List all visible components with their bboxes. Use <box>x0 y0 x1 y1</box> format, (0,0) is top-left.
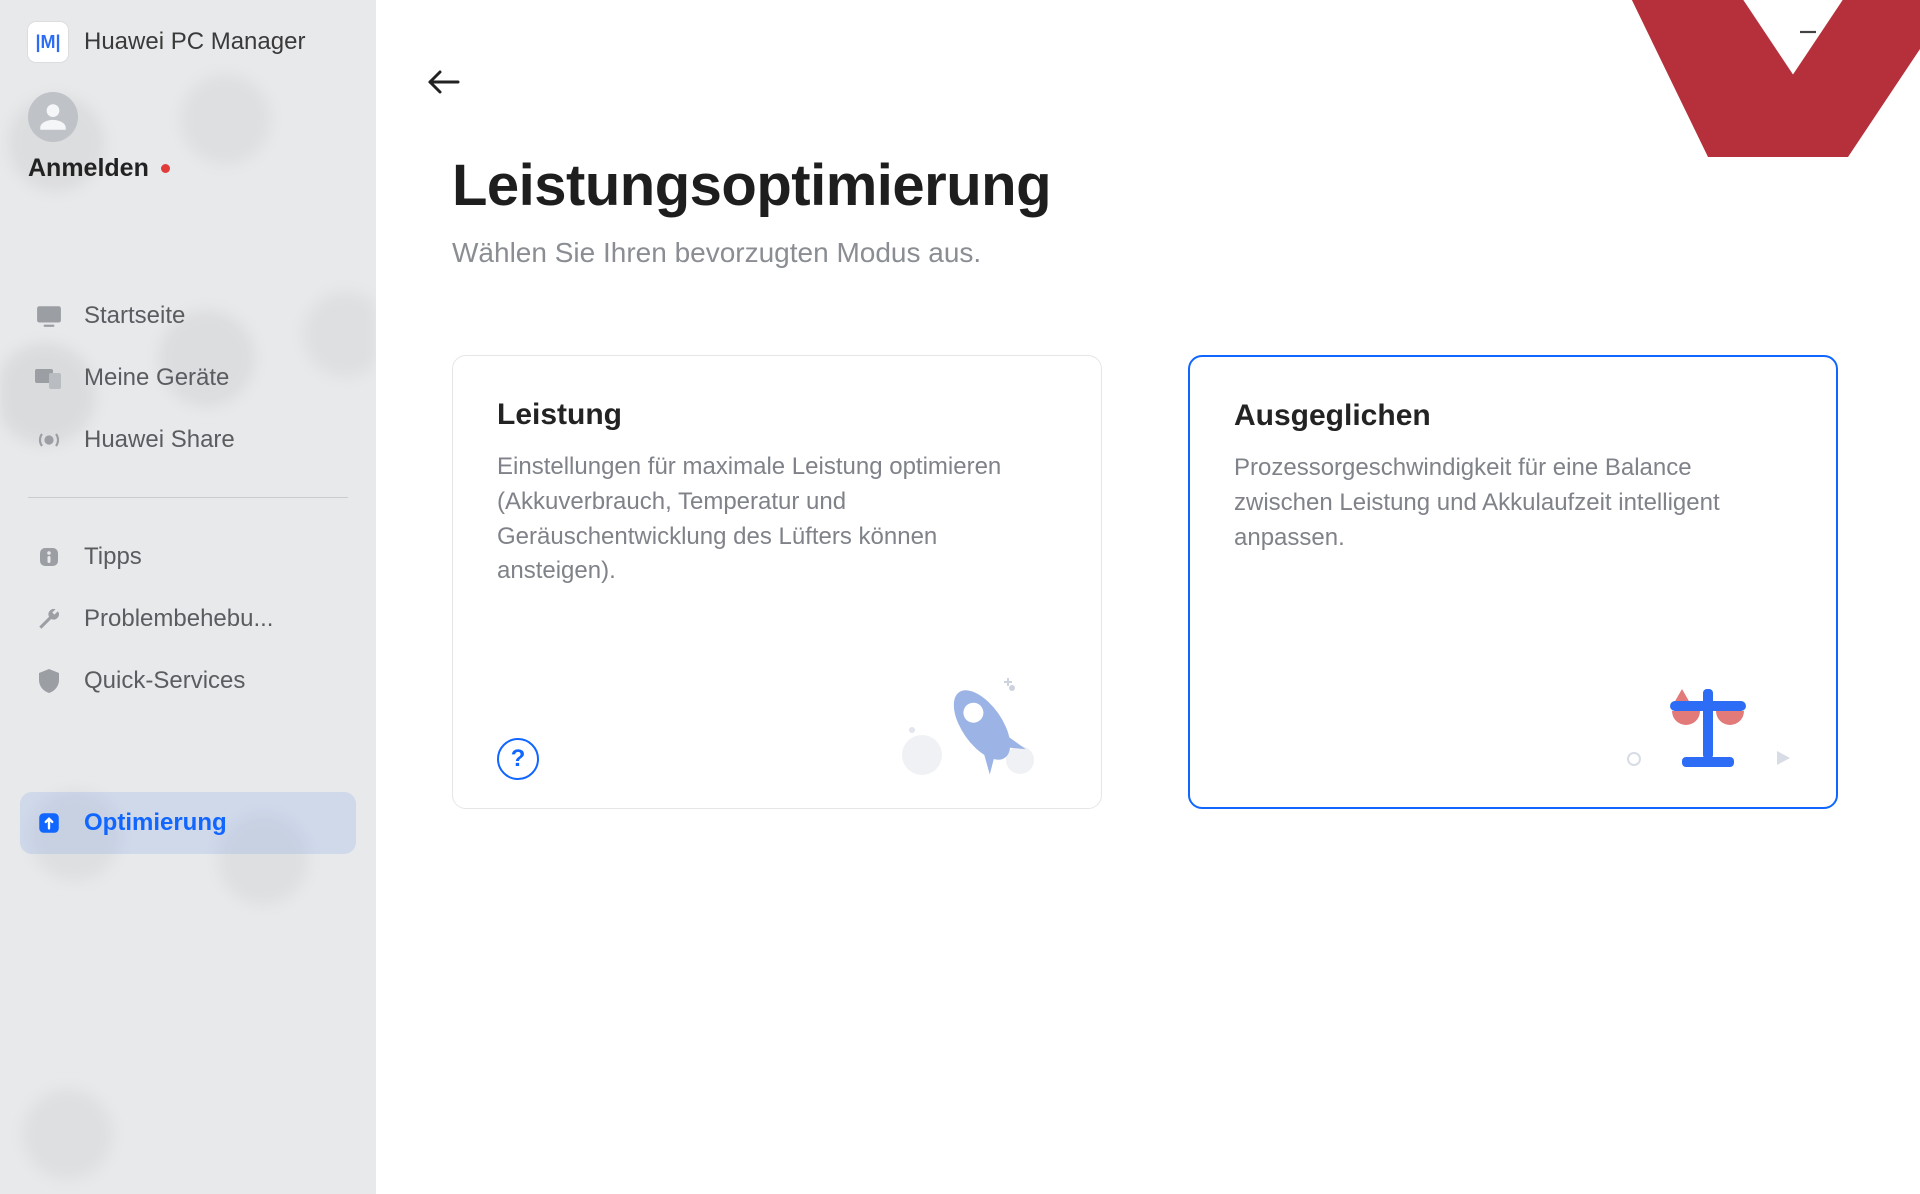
shield-icon <box>34 666 64 696</box>
card-footer <box>1234 659 1792 779</box>
brand: |M| Huawei PC Manager <box>0 22 376 92</box>
nav-label: Problembehebu... <box>84 605 273 633</box>
card-title: Leistung <box>497 398 1057 432</box>
card-title: Ausgeglichen <box>1234 399 1792 433</box>
balance-scale-icon <box>1622 659 1792 779</box>
nav-group-main: Startseite Meine Geräte Huawei Share <box>20 285 356 471</box>
sidebar-item-quick-services[interactable]: Quick-Services <box>20 650 356 712</box>
card-description: Einstellungen für maximale Leistung opti… <box>497 450 1057 589</box>
sidebar-item-meine-geraete[interactable]: Meine Geräte <box>20 347 356 409</box>
notification-dot-icon <box>161 164 170 173</box>
help-button[interactable]: ? <box>497 738 539 780</box>
sidebar-item-optimierung[interactable]: Optimierung <box>20 792 356 854</box>
app-root: |M| Huawei PC Manager Anmelden Startseit… <box>0 0 1920 1194</box>
rocket-icon <box>887 660 1057 780</box>
mode-cards: Leistung Einstellungen für maximale Leis… <box>452 355 1872 809</box>
sidebar-item-huawei-share[interactable]: Huawei Share <box>20 409 356 471</box>
back-button[interactable] <box>424 62 464 102</box>
nav-group-active: Optimierung <box>20 792 356 854</box>
mode-card-balanced[interactable]: Ausgeglichen Prozessorgeschwindigkeit fü… <box>1188 355 1838 809</box>
main-content: Leistungsoptimierung Wählen Sie Ihren be… <box>376 0 1920 1194</box>
nav-label: Quick-Services <box>84 667 245 695</box>
app-logo-icon: |M| <box>28 22 68 62</box>
share-icon <box>34 425 64 455</box>
card-description: Prozessorgeschwindigkeit für eine Balanc… <box>1234 451 1792 555</box>
user-block[interactable]: Anmelden <box>0 92 376 229</box>
sidebar: |M| Huawei PC Manager Anmelden Startseit… <box>0 0 376 1194</box>
info-icon <box>34 542 64 572</box>
devices-icon <box>34 363 64 393</box>
nav-group-tools: Tipps Problembehebu... Quick-Services <box>20 526 356 712</box>
sidebar-nav: Startseite Meine Geräte Huawei Share Tip… <box>0 229 376 854</box>
mode-card-performance[interactable]: Leistung Einstellungen für maximale Leis… <box>452 355 1102 809</box>
monitor-icon <box>34 301 64 331</box>
wrench-icon <box>34 604 64 634</box>
nav-divider <box>28 497 348 498</box>
card-footer: ? <box>497 660 1057 780</box>
watermark-overlay <box>1628 0 1920 207</box>
avatar[interactable] <box>28 92 78 142</box>
page-subtitle: Wählen Sie Ihren bevorzugten Modus aus. <box>452 237 1872 269</box>
nav-label: Huawei Share <box>84 426 235 454</box>
login-row[interactable]: Anmelden <box>28 154 348 183</box>
nav-label: Meine Geräte <box>84 364 229 392</box>
sidebar-item-tipps[interactable]: Tipps <box>20 526 356 588</box>
app-title: Huawei PC Manager <box>84 28 305 56</box>
optimize-icon <box>34 808 64 838</box>
nav-label: Tipps <box>84 543 142 571</box>
sidebar-item-startseite[interactable]: Startseite <box>20 285 356 347</box>
sidebar-item-problembehebung[interactable]: Problembehebu... <box>20 588 356 650</box>
login-label: Anmelden <box>28 154 149 183</box>
nav-label: Startseite <box>84 302 185 330</box>
user-icon <box>36 100 70 134</box>
nav-label: Optimierung <box>84 809 227 837</box>
